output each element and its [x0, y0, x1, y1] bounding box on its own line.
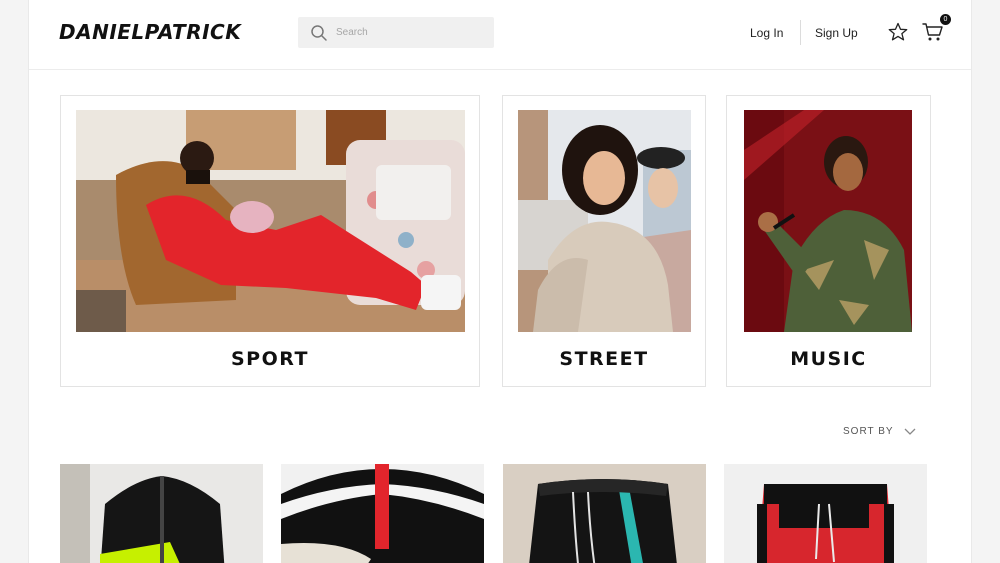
nav-divider	[800, 20, 801, 45]
sort-by-dropdown[interactable]: SORT BY	[843, 426, 916, 437]
category-card-sport[interactable]: SPORT	[60, 95, 480, 387]
chevron-down-icon	[904, 428, 916, 435]
cart-icon[interactable]	[922, 22, 944, 42]
product-image	[724, 464, 927, 563]
category-label-music: MUSIC	[790, 348, 867, 370]
search-icon	[311, 24, 327, 41]
search-input[interactable]	[336, 27, 486, 38]
product-card[interactable]	[503, 464, 706, 563]
sport-photo	[76, 110, 465, 332]
brand-logo[interactable]: DANIELPATRICK	[59, 20, 241, 44]
product-card[interactable]	[281, 464, 484, 563]
sort-by-label: SORT BY	[843, 426, 894, 437]
category-label-sport: SPORT	[231, 348, 309, 370]
signup-link[interactable]: Sign Up	[815, 26, 858, 40]
category-label-street: STREET	[559, 348, 649, 370]
product-image	[281, 464, 484, 563]
category-card-music[interactable]: MUSIC	[726, 95, 931, 387]
product-image	[60, 464, 263, 563]
star-icon[interactable]	[888, 22, 908, 42]
page: DANIELPATRICK Log In Sign Up 0	[28, 0, 972, 563]
product-image	[503, 464, 706, 563]
street-photo	[518, 110, 691, 332]
music-photo	[744, 110, 912, 332]
product-card[interactable]	[60, 464, 263, 563]
search-bar[interactable]	[298, 17, 494, 48]
cart-count-badge: 0	[940, 14, 951, 25]
product-card[interactable]	[724, 464, 927, 563]
category-card-street[interactable]: STREET	[502, 95, 706, 387]
header: DANIELPATRICK Log In Sign Up 0	[29, 0, 971, 70]
login-link[interactable]: Log In	[750, 26, 783, 40]
